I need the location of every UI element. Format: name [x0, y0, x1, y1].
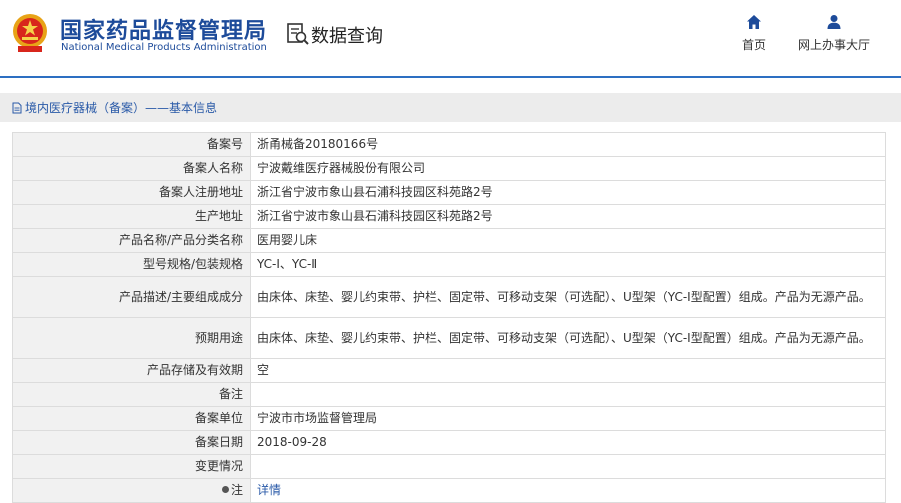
- table-row: 生产地址 浙江省宁波市象山县石浦科技园区科苑路2号: [12, 204, 886, 229]
- note-value-cell: 详情: [250, 478, 886, 503]
- org-name-en: National Medical Products Administration: [61, 42, 267, 53]
- table-row: 变更情况: [12, 454, 886, 479]
- table-row: 备案人注册地址 浙江省宁波市象山县石浦科技园区科苑路2号: [12, 180, 886, 205]
- field-value: 宁波戴维医疗器械股份有限公司: [250, 156, 886, 181]
- field-label: 生产地址: [12, 204, 251, 229]
- field-value: 由床体、床垫、婴儿约束带、护栏、固定带、可移动支架（可选配）、U型架（YC-I型…: [250, 317, 886, 359]
- field-value: 医用婴儿床: [250, 228, 886, 253]
- table-row: 备案日期 2018-09-28: [12, 430, 886, 455]
- field-label: 预期用途: [12, 317, 251, 359]
- field-value: 由床体、床垫、婴儿约束带、护栏、固定带、可移动支架（可选配）、U型架（YC-I型…: [250, 276, 886, 318]
- field-value: [250, 454, 886, 479]
- document-icon: [12, 102, 22, 113]
- note-label-cell: 注: [12, 478, 251, 503]
- table-row: 备案单位 宁波市市场监督管理局: [12, 406, 886, 431]
- field-value: [250, 382, 886, 407]
- table-row: 型号规格/包装规格 YC-Ⅰ、YC-Ⅱ: [12, 252, 886, 277]
- nav-home-label: 首页: [741, 38, 766, 52]
- table-row: 产品名称/产品分类名称 医用婴儿床: [12, 228, 886, 253]
- data-search-icon: [287, 23, 309, 45]
- nav-online-service-hall[interactable]: 网上办事大厅: [794, 14, 874, 53]
- table-row: 备案号 浙甬械备20180166号: [12, 132, 886, 157]
- org-name-cn: 国家药品监督管理局: [60, 19, 268, 44]
- national-emblem-icon: [13, 14, 47, 52]
- field-label: 备案日期: [12, 430, 251, 455]
- field-value: 浙江省宁波市象山县石浦科技园区科苑路2号: [250, 204, 886, 229]
- site-header: 国家药品监督管理局 National Medical Products Admi…: [0, 0, 901, 76]
- field-value: 空: [250, 358, 886, 383]
- field-label: 产品描述/主要组成成分: [12, 276, 251, 318]
- field-label: 备注: [12, 382, 251, 407]
- field-label: 备案人名称: [12, 156, 251, 181]
- field-label: 备案单位: [12, 406, 251, 431]
- field-label: 备案人注册地址: [12, 180, 251, 205]
- field-label: 变更情况: [12, 454, 251, 479]
- user-icon: [827, 15, 841, 29]
- field-label: 型号规格/包装规格: [12, 252, 251, 277]
- table-row: 备注: [12, 382, 886, 407]
- table-row: 备案人名称 宁波戴维医疗器械股份有限公司: [12, 156, 886, 181]
- field-value: 浙江省宁波市象山县石浦科技园区科苑路2号: [250, 180, 886, 205]
- record-detail-table: 备案号 浙甬械备20180166号 备案人名称 宁波戴维医疗器械股份有限公司 备…: [12, 132, 886, 503]
- details-link[interactable]: 详情: [257, 483, 281, 497]
- field-value: 宁波市市场监督管理局: [250, 406, 886, 431]
- field-value: 浙甬械备20180166号: [250, 132, 886, 157]
- field-value: 2018-09-28: [250, 430, 886, 455]
- data-search-title: 数据查询: [311, 26, 383, 47]
- table-row: 预期用途 由床体、床垫、婴儿约束带、护栏、固定带、可移动支架（可选配）、U型架（…: [12, 317, 886, 359]
- nav-hall-label: 网上办事大厅: [797, 38, 870, 52]
- field-label: 产品名称/产品分类名称: [12, 228, 251, 253]
- breadcrumb: 境内医疗器械（备案）——基本信息: [0, 93, 901, 122]
- table-row: 注 详情: [12, 478, 886, 503]
- note-label: 注: [230, 483, 243, 497]
- field-label: 备案号: [12, 132, 251, 157]
- field-label: 产品存储及有效期: [12, 358, 251, 383]
- table-row: 产品存储及有效期 空: [12, 358, 886, 383]
- field-value: YC-Ⅰ、YC-Ⅱ: [250, 252, 886, 277]
- home-icon: [747, 15, 761, 29]
- nav-home[interactable]: 首页: [736, 14, 772, 53]
- table-row: 产品描述/主要组成成分 由床体、床垫、婴儿约束带、护栏、固定带、可移动支架（可选…: [12, 276, 886, 318]
- lightbulb-icon: [221, 486, 229, 493]
- breadcrumb-text: 境内医疗器械（备案）——基本信息: [25, 101, 218, 115]
